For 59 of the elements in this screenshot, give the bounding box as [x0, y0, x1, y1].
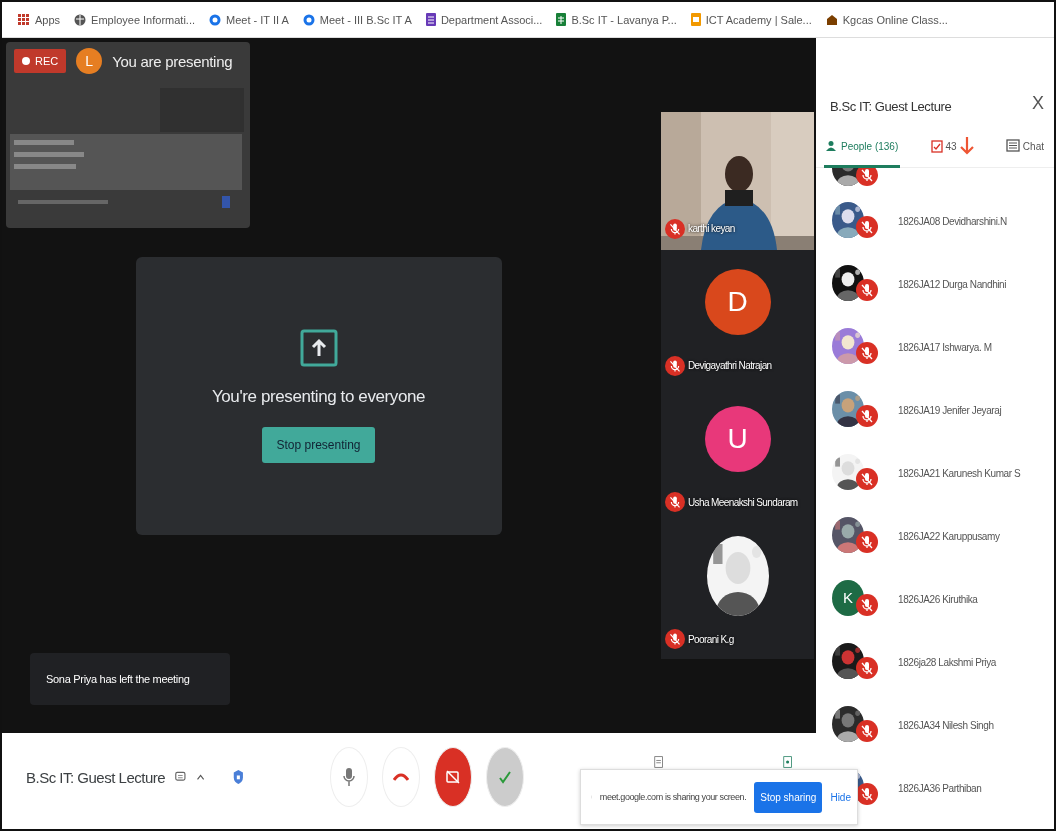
- panel-tab[interactable]: 43: [928, 127, 976, 168]
- participant-name: 1826JA34 Nilesh Singh: [898, 720, 994, 731]
- stop-sharing-button[interactable]: Stop sharing: [754, 781, 823, 813]
- participant-name: 1826JA36 Parthiban: [898, 783, 982, 794]
- globe-icon: [74, 13, 87, 26]
- chat-icon: [1005, 139, 1020, 153]
- school-icon: [825, 13, 838, 26]
- meet-icon: [302, 13, 315, 26]
- upload-icon: [299, 328, 338, 367]
- participant-name: 1826JA22 Karuppusamy: [898, 531, 1000, 542]
- bookmark-link[interactable]: Meet - III B.Sc IT A: [302, 13, 412, 26]
- apps-grid-icon: [18, 13, 30, 26]
- bookmark-link[interactable]: Employee Informati...: [74, 13, 195, 26]
- camera-off-icon: [444, 769, 461, 785]
- notification-toast: Sona Priya has left the meeting: [30, 653, 230, 705]
- bookmark-link[interactable]: Meet - IT II A: [209, 13, 289, 26]
- checkmark-icon: [497, 770, 512, 784]
- captions-icon[interactable]: [653, 754, 663, 770]
- present-icon[interactable]: [782, 754, 792, 770]
- meet-icon: [209, 13, 221, 26]
- shield-icon[interactable]: [232, 767, 244, 787]
- participant-name: 1826ja28 Lakshmi Priya: [898, 657, 996, 668]
- microphone-icon: [342, 767, 355, 787]
- bookmark-link[interactable]: B.Sc IT - Lavanya P...: [556, 13, 677, 26]
- panel-tab[interactable]: Chat: [1003, 127, 1046, 168]
- avatar: U: [704, 405, 771, 472]
- bookmark-link[interactable]: Department Associ...: [425, 13, 543, 26]
- participant-name: 1826JA21 Karunesh Kumar S: [898, 468, 1021, 479]
- participant-name: 1826JA26 Kiruthika: [898, 594, 978, 605]
- arrow-icon: [959, 137, 974, 155]
- phone-icon: [392, 773, 409, 781]
- meeting-title: B.Sc IT: Guest Lecture: [26, 768, 166, 786]
- avatar: K: [832, 579, 864, 616]
- participant-name: 1826JA12 Durga Nandhini: [898, 279, 1007, 290]
- share-message: meet.google.com is sharing your screen.: [599, 792, 747, 802]
- caret-icon[interactable]: [195, 773, 205, 781]
- recording-badge: REC: [14, 49, 67, 73]
- presenting-status: You are presenting: [112, 52, 233, 70]
- slides-icon: [690, 13, 701, 26]
- participant-name: Poorani K.g: [688, 633, 734, 645]
- bookmark-link[interactable]: ICT Academy | Sale...: [690, 13, 812, 26]
- sheet-icon: [556, 13, 567, 26]
- chat-icon[interactable]: [175, 770, 186, 784]
- clipboard-check-icon: [930, 139, 943, 153]
- participant-name: Usha Meenakshi Sundaram: [688, 496, 798, 508]
- participant-name: 1826JA17 Ishwarya. M: [898, 342, 992, 353]
- close-button[interactable]: X: [1032, 93, 1044, 114]
- bookmark-link[interactable]: Kgcas Online Class...: [825, 13, 948, 26]
- avatar: L: [76, 48, 103, 74]
- bookmark-link[interactable]: Apps: [18, 13, 61, 26]
- panel-title: B.Sc IT: Guest Lecture: [830, 99, 952, 114]
- form-icon: [425, 13, 436, 26]
- participant-name: 1826JA19 Jenifer Jeyaraj: [898, 405, 1002, 416]
- presenting-message: You're presenting to everyone: [211, 386, 426, 407]
- participant-name: 1826JA08 Devidharshini.N: [898, 216, 1007, 227]
- people-icon: [826, 140, 838, 152]
- stop-presenting-button[interactable]: Stop presenting: [262, 426, 375, 463]
- participant-name: Devigayathri Natrajan: [688, 360, 772, 371]
- avatar: D: [704, 269, 771, 336]
